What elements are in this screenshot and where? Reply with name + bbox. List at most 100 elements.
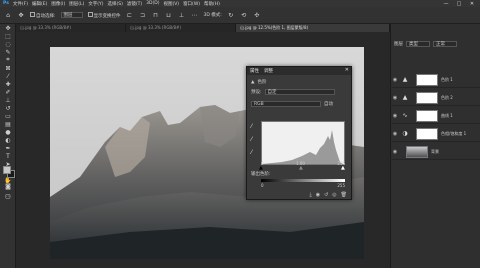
blend-mode-dropdown[interactable]: 正常 bbox=[433, 41, 457, 47]
layer-mask-thumbnail[interactable] bbox=[416, 91, 438, 104]
ps-logo[interactable]: Ps bbox=[3, 1, 9, 6]
blur-tool-icon[interactable]: ● bbox=[0, 128, 16, 136]
layer-mask-thumbnail[interactable] bbox=[416, 127, 438, 140]
trash-icon[interactable]: 🗑 bbox=[341, 192, 347, 198]
layer-row[interactable]: ◉ ▲ 色阶 1 bbox=[390, 72, 480, 88]
history-brush-tool-icon[interactable]: ↺ bbox=[0, 104, 16, 112]
preset-dropdown[interactable]: 自定 bbox=[264, 89, 335, 95]
healing-brush-tool-icon[interactable]: ✚ bbox=[0, 80, 16, 88]
output-high-value[interactable]: 255 bbox=[337, 183, 345, 188]
align-right-icon[interactable]: ⊓ bbox=[152, 11, 160, 19]
layers-tab[interactable]: 图层 bbox=[394, 41, 403, 47]
quick-select-tool-icon[interactable]: ✎ bbox=[0, 48, 16, 56]
maximize-button[interactable]: □ bbox=[453, 0, 465, 7]
transform-controls-toggle[interactable]: 显示变换控件 bbox=[87, 11, 121, 19]
3d-drag-icon[interactable]: ✣ bbox=[253, 11, 261, 19]
layer-row[interactable]: ◉ ∿ 曲线 1 bbox=[390, 108, 480, 124]
document-tab-active[interactable]: 山.jpg @ 12.5%(色阶 1, 图层蒙版/8) bbox=[236, 24, 390, 32]
properties-panel: 属性 调整 ✕ ▲ 色阶 预设: 自定 RGB 自动 ⁄ ⁄ ⁄ ▲ ▲ ▲ 0… bbox=[246, 66, 352, 200]
move-tool-icon[interactable]: ✥ bbox=[0, 24, 16, 32]
adjustments-tab[interactable]: 调整 bbox=[264, 68, 273, 74]
layer-name: 色相/饱和度 1 bbox=[441, 130, 467, 136]
properties-tab[interactable]: 属性 bbox=[250, 68, 259, 74]
menu-type[interactable]: 文字(Y) bbox=[88, 1, 103, 7]
3d-rotate-icon[interactable]: ↻ bbox=[227, 11, 235, 19]
layer-mask-thumbnail[interactable] bbox=[416, 73, 438, 86]
pen-tool-icon[interactable]: ✒ bbox=[0, 144, 16, 152]
document-tabs: 山.jpg @ 33.3% (RGB/8#) 山.jpg @ 33.3% (RG… bbox=[16, 24, 390, 32]
eyedropper-tool-icon[interactable]: ⁄ bbox=[0, 72, 16, 80]
black-point-eyedropper-icon[interactable]: ⁄ bbox=[251, 123, 252, 130]
document-tab[interactable]: 山.jpg @ 33.3% (RGB/8#) bbox=[16, 24, 126, 32]
eye-icon[interactable]: ◉ bbox=[390, 149, 400, 155]
layer-row[interactable]: ◉ 背景 bbox=[390, 144, 480, 160]
eye-icon[interactable]: ◉ bbox=[390, 95, 400, 101]
clip-to-layer-icon[interactable]: ⤓ bbox=[309, 192, 311, 198]
marquee-tool-icon[interactable]: ⬚ bbox=[0, 32, 16, 40]
quick-mask-icon[interactable]: ◙ bbox=[0, 182, 16, 190]
eye-icon[interactable]: ◉ bbox=[390, 131, 400, 137]
histogram-graph bbox=[262, 130, 343, 164]
view-previous-icon[interactable]: ◉ bbox=[316, 192, 320, 198]
gray-point-eyedropper-icon[interactable]: ⁄ bbox=[251, 136, 252, 143]
gradient-tool-icon[interactable]: ▤ bbox=[0, 120, 16, 128]
screen-mode-icon[interactable]: ▢ bbox=[0, 192, 16, 200]
menu-window[interactable]: 窗口(W) bbox=[183, 1, 200, 7]
menu-help[interactable]: 帮助(H) bbox=[204, 1, 220, 7]
menu-3d[interactable]: 3D(D) bbox=[146, 1, 159, 6]
frame-tool-icon[interactable]: ⊠ bbox=[0, 64, 16, 72]
minimize-button[interactable]: — bbox=[440, 0, 452, 7]
eyedropper-group: ⁄ ⁄ ⁄ bbox=[251, 123, 252, 156]
3d-roll-icon[interactable]: ⟲ bbox=[240, 11, 248, 19]
close-icon[interactable]: ✕ bbox=[345, 67, 349, 73]
type-tool-icon[interactable]: T bbox=[0, 152, 16, 160]
reset-icon[interactable]: ↺ bbox=[324, 192, 328, 198]
output-gradient bbox=[261, 179, 345, 182]
home-icon[interactable]: ⌂ bbox=[4, 11, 12, 19]
input-low-value[interactable]: 0 bbox=[261, 161, 264, 166]
output-label: 输出色阶: bbox=[251, 172, 271, 177]
document-tab[interactable]: 山.jpg @ 33.3% (RGB/8#) bbox=[126, 24, 236, 32]
foreground-color-swatch[interactable] bbox=[3, 166, 11, 174]
brush-tool-icon[interactable]: ✐ bbox=[0, 88, 16, 96]
clone-stamp-tool-icon[interactable]: ⊥ bbox=[0, 96, 16, 104]
3d-mode-label: 3D 模式: bbox=[203, 13, 222, 18]
input-mid-value[interactable]: 1.00 bbox=[296, 161, 305, 166]
menu-view[interactable]: 视图(V) bbox=[163, 1, 179, 7]
distribute-icon[interactable]: ⋯ bbox=[191, 11, 199, 19]
eye-icon[interactable]: ◉ bbox=[390, 113, 400, 119]
tool-bar: ✥ ⬚ ◌ ✎ ⌗ ⊠ ⁄ ✚ ✐ ⊥ ↺ ▭ ▤ ● ◐ ✒ T ➤ ▭ ✋ … bbox=[0, 24, 16, 268]
output-low-value[interactable]: 0 bbox=[261, 183, 264, 188]
close-button[interactable]: ✕ bbox=[466, 0, 478, 7]
menu-filter[interactable]: 滤镜(T) bbox=[127, 1, 142, 7]
menu-select[interactable]: 选择(S) bbox=[108, 1, 123, 7]
layer-mask-thumbnail[interactable] bbox=[416, 109, 438, 122]
lasso-tool-icon[interactable]: ◌ bbox=[0, 40, 16, 48]
dodge-tool-icon[interactable]: ◐ bbox=[0, 136, 16, 144]
layer-row[interactable]: ◉ ◑ 色相/饱和度 1 bbox=[390, 126, 480, 142]
menu-layer[interactable]: 图层(L) bbox=[69, 1, 84, 7]
menu-file[interactable]: 文件(F) bbox=[13, 1, 28, 7]
eraser-tool-icon[interactable]: ▭ bbox=[0, 112, 16, 120]
crop-tool-icon[interactable]: ⌗ bbox=[0, 56, 16, 64]
channel-dropdown[interactable]: RGB bbox=[251, 101, 321, 107]
options-bar: ⌂ ✥ 自动选择: 图层 显示变换控件 ⊏ ⊐ ⊓ ⊔ ⊥ ⋯ 3D 模式: ↻… bbox=[0, 7, 480, 24]
align-center-icon[interactable]: ⊐ bbox=[139, 11, 147, 19]
layer-filter-dropdown[interactable]: 类型 bbox=[406, 41, 430, 47]
align-top-icon[interactable]: ⊔ bbox=[165, 11, 173, 19]
eye-icon[interactable]: ◉ bbox=[390, 77, 400, 83]
move-tool-icon[interactable]: ✥ bbox=[17, 11, 25, 19]
white-point-eyedropper-icon[interactable]: ⁄ bbox=[251, 149, 252, 156]
layer-row[interactable]: ◉ ▲ 色阶 2 bbox=[390, 90, 480, 106]
auto-button[interactable]: 自动 bbox=[324, 101, 333, 107]
align-bottom-icon[interactable]: ⊥ bbox=[178, 11, 186, 19]
histogram bbox=[261, 121, 345, 165]
input-high-value[interactable]: 255 bbox=[337, 161, 345, 166]
align-left-icon[interactable]: ⊏ bbox=[126, 11, 134, 19]
background-thumbnail[interactable] bbox=[406, 145, 428, 158]
menu-edit[interactable]: 编辑(E) bbox=[32, 1, 47, 7]
auto-select-dropdown[interactable]: 图层 bbox=[60, 12, 83, 18]
menu-image[interactable]: 图像(I) bbox=[51, 1, 65, 7]
visibility-icon[interactable]: ◎ bbox=[332, 192, 336, 198]
properties-tabs: 属性 调整 bbox=[247, 67, 351, 75]
